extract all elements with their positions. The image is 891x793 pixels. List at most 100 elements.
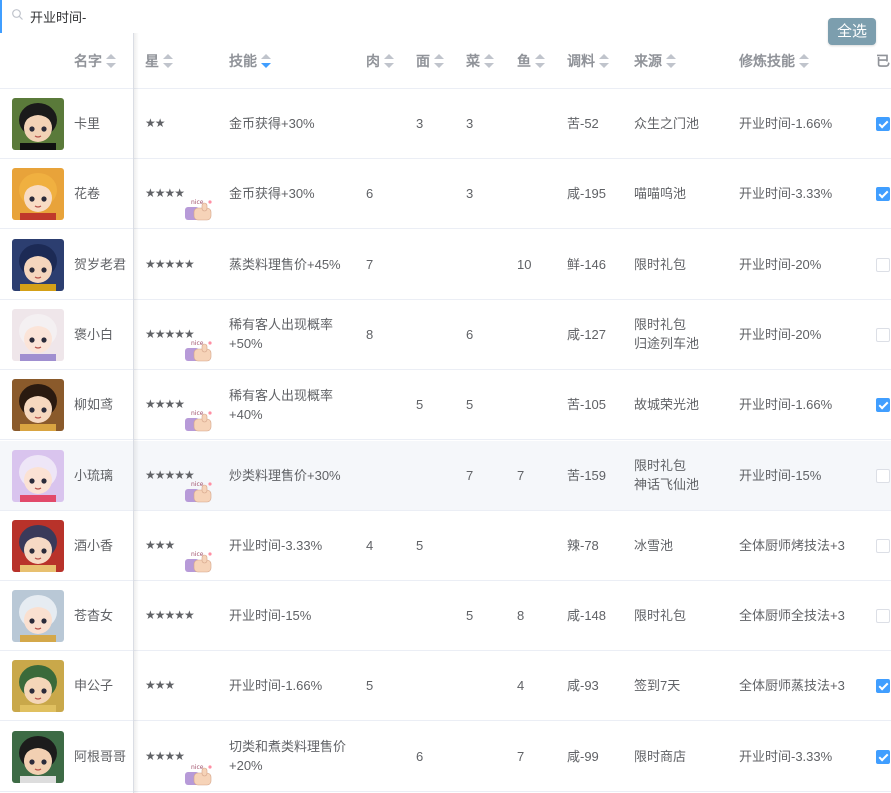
skill-text: 金币获得+30% (229, 116, 315, 131)
column-header-owned[interactable]: 已 (876, 33, 890, 89)
source-text: 限时礼包 神话飞仙池 (634, 458, 700, 492)
veg-value (466, 230, 506, 299)
meat-value: 4 (366, 537, 374, 553)
source-text: 喵喵呜池 (634, 186, 687, 202)
owned-checkbox[interactable] (876, 538, 890, 553)
column-header-train[interactable]: 修炼技能 (739, 33, 809, 89)
owned-checkbox[interactable] (876, 749, 890, 764)
veg-value: 3 (466, 186, 474, 202)
column-header-seasoning[interactable]: 调料 (567, 33, 609, 89)
column-header-star[interactable]: 星 (145, 33, 173, 89)
owned-checkbox[interactable] (876, 327, 890, 342)
training-skill-text: 开业时间-20% (739, 326, 822, 342)
sort-caret-icon[interactable] (384, 54, 394, 69)
owned-checkbox[interactable] (876, 609, 890, 624)
column-header-label: 菜 (466, 53, 480, 69)
owned-checkbox[interactable] (876, 187, 890, 202)
training-skill-text: 全体厨师蒸技法+3 (739, 678, 845, 694)
owned-checkbox[interactable] (876, 679, 890, 694)
character-name: 卡里 (74, 116, 101, 131)
character-avatar (12, 168, 64, 221)
character-name: 柳如鸢 (74, 397, 114, 413)
owned-checkbox[interactable] (876, 398, 890, 413)
source-text: 限时礼包 (634, 608, 687, 624)
noodle-value (416, 159, 456, 228)
owned-checkbox[interactable] (876, 117, 890, 131)
select-all-button[interactable]: 全选 (828, 18, 876, 45)
owned-checkbox[interactable] (876, 257, 890, 272)
star-rating: ★★★ (145, 678, 175, 693)
column-header-fish[interactable]: 鱼 (517, 33, 545, 89)
noodle-value: 3 (416, 116, 424, 131)
nice-sticker-icon: nice (183, 408, 215, 434)
seasoning-value: 鲜-146 (567, 256, 607, 272)
owned-checkbox[interactable] (876, 468, 890, 483)
training-skill-text: 全体厨师烤技法+3 (739, 537, 845, 553)
training-skill-text: 开业时间-1.66% (739, 116, 833, 131)
sort-caret-icon[interactable] (261, 54, 271, 69)
sort-caret-icon[interactable] (535, 54, 545, 69)
star-rating: ★★★★★ (145, 608, 195, 623)
noodle-value (416, 441, 456, 510)
skill-text: 切类和煮类料理售价+20% (229, 739, 347, 774)
source-text: 限时商店 (634, 748, 687, 764)
character-name: 花卷 (74, 186, 101, 202)
character-name: 阿根哥哥 (74, 748, 127, 764)
training-skill-text: 开业时间-20% (739, 256, 822, 272)
column-header-label: 名字 (74, 53, 102, 69)
character-name: 贺岁老君 (74, 256, 127, 272)
fish-value: 7 (517, 748, 525, 764)
character-name: 酒小香 (74, 537, 114, 553)
column-header-label: 肉 (366, 53, 380, 69)
search-icon (12, 9, 23, 20)
fish-value (517, 511, 557, 580)
skill-text: 开业时间-15% (229, 608, 312, 624)
fish-value (517, 159, 557, 228)
character-avatar (12, 519, 64, 572)
skill-text: 稀有客人出现概率+40% (229, 387, 334, 422)
column-header-label: 调料 (567, 53, 595, 69)
seasoning-value: 苦-105 (567, 397, 607, 413)
skill-text: 炒类料理售价+30% (229, 467, 341, 483)
meat-value (366, 441, 406, 510)
skill-text: 蒸类料理售价+45% (229, 256, 341, 272)
column-header-label: 已 (876, 53, 890, 69)
skill-text: 开业时间-1.66% (229, 678, 323, 694)
source-text: 众生之门池 (634, 116, 700, 131)
skill-text: 金币获得+30% (229, 186, 315, 202)
character-avatar (12, 98, 64, 150)
search-input[interactable] (30, 4, 730, 28)
character-avatar (12, 308, 64, 361)
noodle-value (416, 300, 456, 369)
character-avatar (12, 590, 64, 643)
column-header-label: 鱼 (517, 53, 531, 69)
star-rating: ★★★★★ (145, 256, 195, 271)
sort-caret-icon[interactable] (599, 54, 609, 69)
sort-caret-icon[interactable] (484, 54, 494, 69)
sort-caret-icon[interactable] (799, 54, 809, 69)
seasoning-value: 咸-99 (567, 748, 599, 764)
training-skill-text: 开业时间-3.33% (739, 748, 833, 764)
seasoning-value: 咸-93 (567, 678, 599, 694)
star-rating: ★★ (145, 116, 166, 130)
column-header-veg[interactable]: 菜 (466, 33, 494, 89)
character-avatar (12, 730, 64, 783)
column-header-noodle[interactable]: 面 (416, 33, 444, 89)
sort-caret-icon[interactable] (163, 54, 173, 69)
character-avatar (12, 660, 64, 713)
column-header-name[interactable]: 名字 (74, 33, 116, 89)
skill-text: 稀有客人出现概率+50% (229, 317, 334, 352)
veg-value (466, 722, 506, 791)
column-header-label: 面 (416, 53, 430, 69)
column-header-source[interactable]: 来源 (634, 33, 676, 89)
character-name: 苍杳女 (74, 608, 114, 624)
column-header-meat[interactable]: 肉 (366, 33, 394, 89)
fish-value: 8 (517, 608, 525, 624)
sort-caret-icon[interactable] (666, 54, 676, 69)
sort-caret-icon[interactable] (434, 54, 444, 69)
veg-value (466, 511, 506, 580)
sort-caret-icon[interactable] (106, 54, 116, 69)
meat-value (366, 581, 406, 650)
column-header-skill[interactable]: 技能 (229, 33, 271, 89)
column-header-label: 来源 (634, 53, 662, 69)
